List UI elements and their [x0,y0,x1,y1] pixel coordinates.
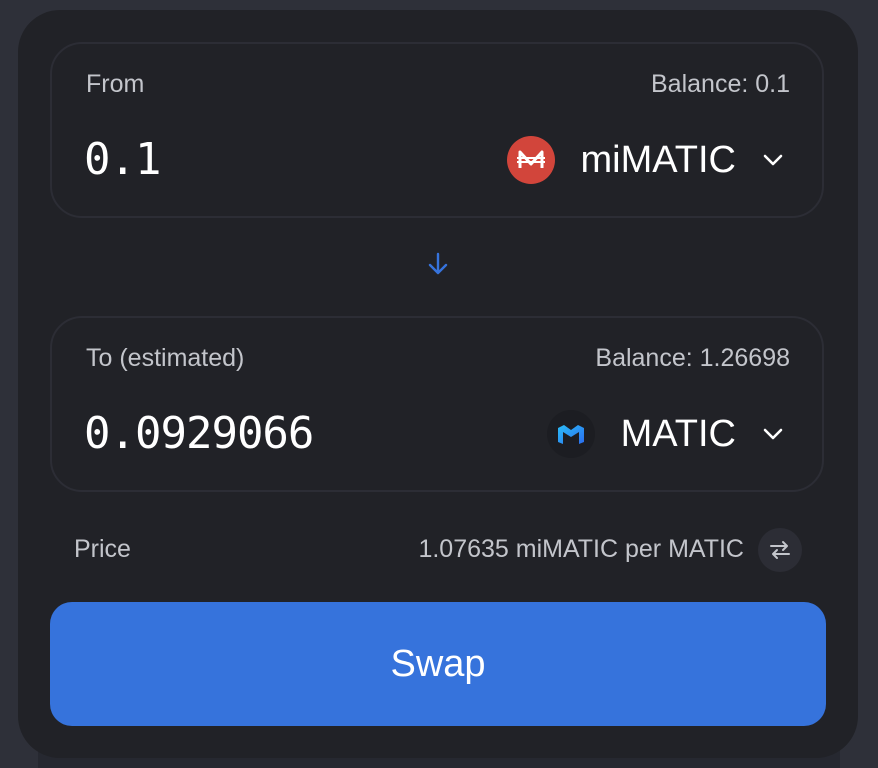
swap-card: From Balance: 0.1 0.1 miMATIC To (estima… [18,10,858,758]
swap-button[interactable]: Swap [50,602,826,726]
to-balance[interactable]: Balance: 1.26698 [595,344,790,373]
to-label: To (estimated) [86,344,245,372]
mimatic-token-icon [506,136,555,184]
price-label: Price [74,535,131,563]
from-token-symbol: miMATIC [580,138,737,181]
to-token-symbol: MATIC [620,412,736,455]
swap-arrows-icon [770,541,790,559]
from-amount-input[interactable]: 0.1 [84,134,161,185]
from-token-selector[interactable]: miMATIC [506,132,787,188]
chevron-down-icon [763,154,783,166]
to-token-selector[interactable]: MATIC [546,406,786,462]
to-panel: To (estimated) Balance: 1.26698 0.092906… [50,316,824,492]
from-panel: From Balance: 0.1 0.1 miMATIC [50,42,824,218]
invert-price-button[interactable] [758,528,802,572]
from-label: From [86,70,145,98]
chevron-down-icon [763,428,783,440]
matic-token-icon [546,410,595,458]
arrow-down-icon[interactable] [424,250,452,278]
to-amount-input[interactable]: 0.0929066 [84,408,314,459]
price-value: 1.07635 miMATIC per MATIC [418,535,744,563]
from-balance[interactable]: Balance: 0.1 [651,70,790,99]
